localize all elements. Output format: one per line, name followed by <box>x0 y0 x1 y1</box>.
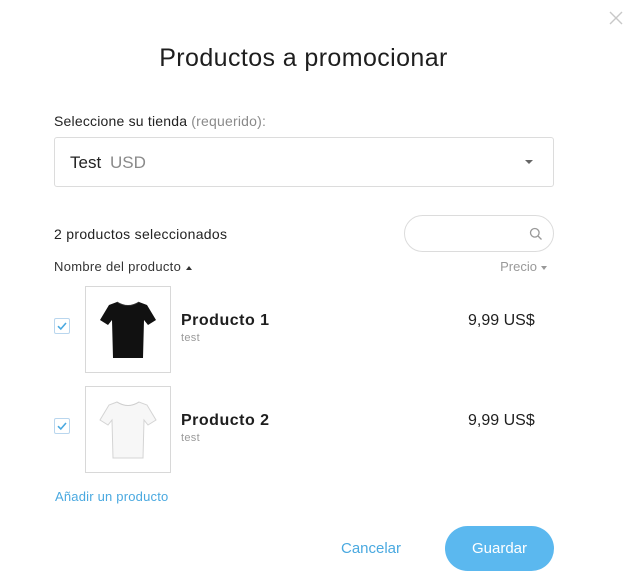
cancel-button[interactable]: Cancelar <box>330 526 412 571</box>
search-icon[interactable] <box>529 227 543 241</box>
product-price: 9,99 US$ <box>468 412 535 429</box>
search-input[interactable] <box>417 224 522 244</box>
column-price-label: Precio <box>500 259 537 274</box>
product-thumbnail <box>85 286 171 373</box>
store-label-text: Seleccione su tienda <box>54 113 188 129</box>
product-subtitle: test <box>181 332 200 344</box>
column-header-name[interactable]: Nombre del producto <box>54 259 193 274</box>
chevron-down-icon <box>525 160 533 164</box>
tshirt-icon <box>99 401 157 459</box>
product-name: Producto 2 <box>181 412 270 429</box>
product-name: Producto 1 <box>181 312 270 329</box>
dialog-title: Productos a promocionar <box>159 44 448 72</box>
store-select[interactable]: Test USD <box>54 137 554 187</box>
product-price: 9,99 US$ <box>468 312 535 329</box>
product-subtitle: test <box>181 432 200 444</box>
store-label: Seleccione su tienda (requerido): <box>54 113 266 129</box>
tshirt-icon <box>100 301 156 358</box>
column-name-label: Nombre del producto <box>54 259 182 274</box>
store-currency: USD <box>110 153 146 172</box>
product-row: Producto 1 test 9,99 US$ <box>0 286 635 373</box>
column-header-price[interactable]: Precio <box>500 259 547 274</box>
product-checkbox[interactable] <box>54 318 70 334</box>
add-product-link[interactable]: Añadir un producto <box>55 489 168 504</box>
promote-products-dialog: Productos a promocionar Seleccione su ti… <box>0 0 635 588</box>
required-hint: (requerido): <box>191 113 267 129</box>
search-box <box>404 215 554 252</box>
sort-up-icon <box>186 265 193 270</box>
product-thumbnail <box>85 386 171 473</box>
save-button[interactable]: Guardar <box>445 526 554 571</box>
product-checkbox[interactable] <box>54 418 70 434</box>
product-row: Producto 2 test 9,99 US$ <box>0 386 635 473</box>
store-name: Test <box>70 153 102 172</box>
selected-count: 2 productos seleccionados <box>54 226 228 242</box>
close-icon[interactable] <box>607 9 625 27</box>
sort-down-icon <box>541 265 547 270</box>
